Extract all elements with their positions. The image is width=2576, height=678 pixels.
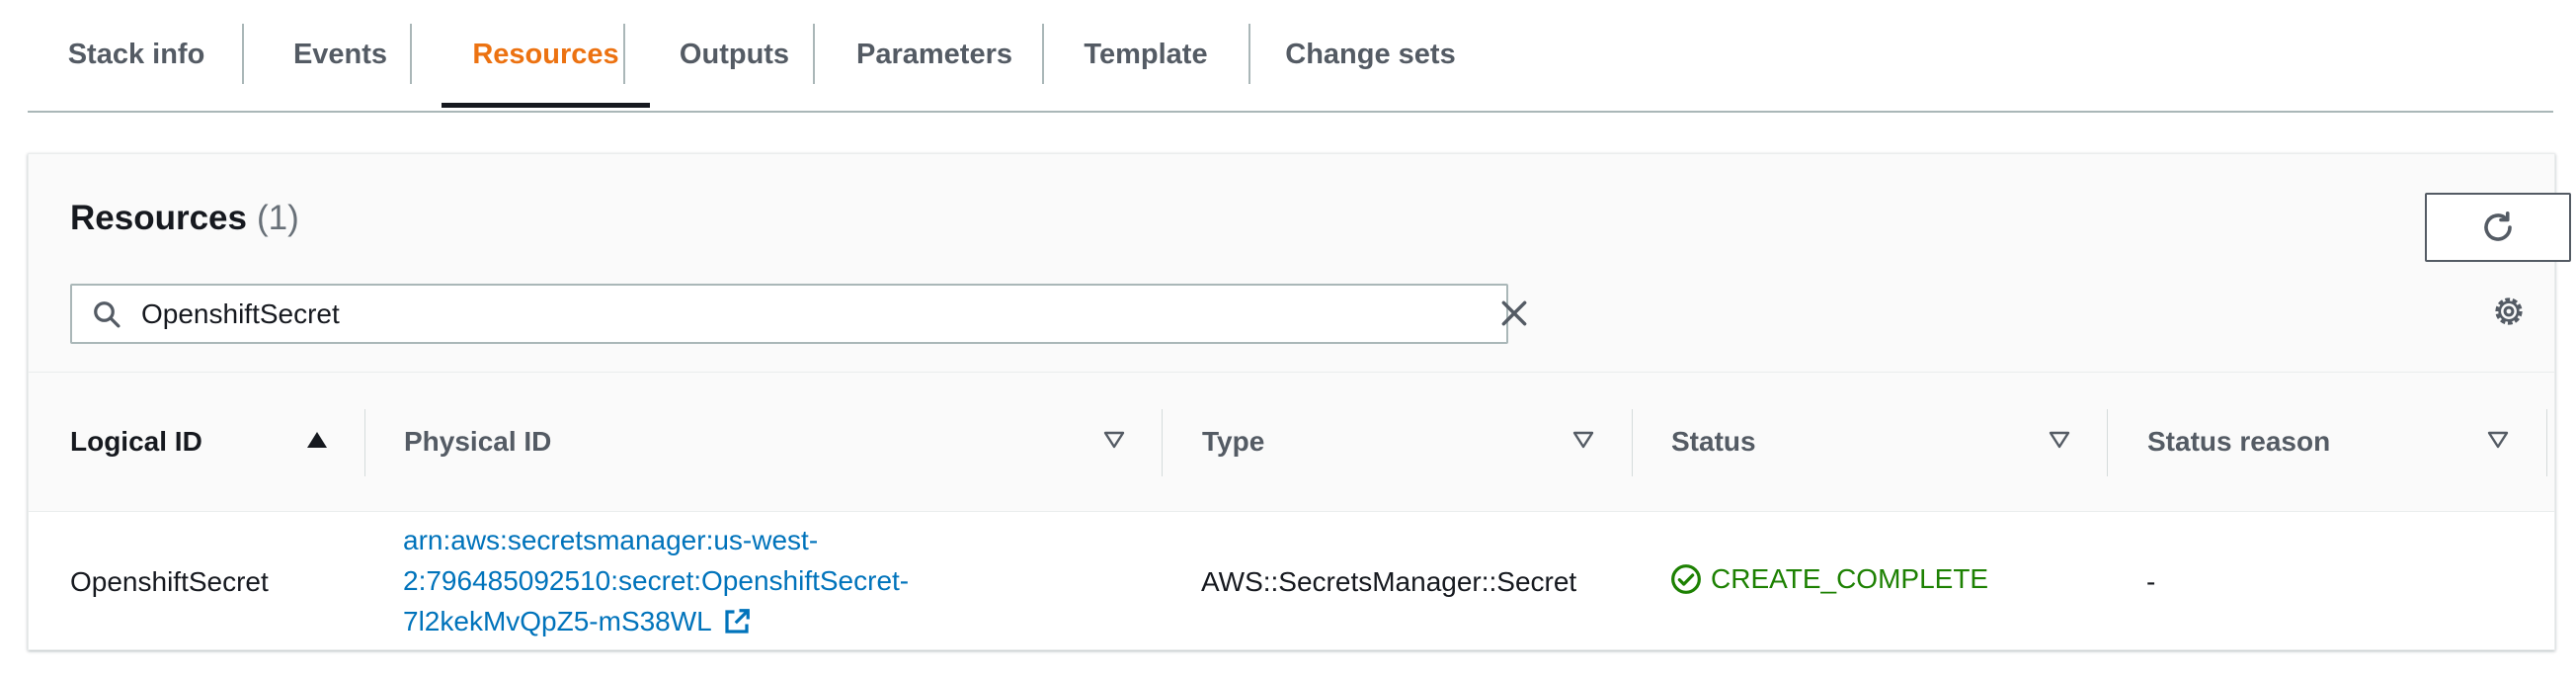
cell-logical-id: OpenshiftSecret bbox=[70, 566, 269, 597]
external-link-icon bbox=[725, 608, 750, 634]
search-box bbox=[70, 284, 1527, 344]
table-row: OpenshiftSecret arn:aws:secretsmanager:u… bbox=[29, 512, 2554, 649]
sort-icon[interactable] bbox=[1102, 430, 1126, 450]
physical-id-line: 2:796485092510:secret:OpenshiftSecret- bbox=[403, 565, 910, 596]
column-header-physical-id[interactable]: Physical ID bbox=[404, 373, 551, 511]
cell-status-reason: - bbox=[2146, 566, 2156, 597]
tab-stack-info[interactable]: Stack info bbox=[28, 0, 245, 109]
close-icon[interactable] bbox=[1498, 297, 1530, 329]
panel-title: Resources (1) bbox=[70, 199, 299, 238]
gear-icon[interactable] bbox=[2491, 294, 2527, 329]
column-divider bbox=[2107, 409, 2108, 476]
table-header: Logical ID Physical ID Type Status Statu… bbox=[29, 373, 2554, 512]
physical-id-line: arn:aws:secretsmanager:us-west- bbox=[403, 525, 819, 555]
sort-icon[interactable] bbox=[2486, 430, 2510, 450]
search-input[interactable] bbox=[141, 286, 1425, 342]
cell-type: AWS::SecretsManager::Secret bbox=[1201, 566, 1577, 597]
tab-parameters[interactable]: Parameters bbox=[815, 0, 1054, 109]
panel-title-text: Resources bbox=[70, 199, 247, 237]
status-badge: CREATE_COMPLETE bbox=[1670, 563, 1988, 595]
sort-icon[interactable] bbox=[1571, 430, 1595, 450]
physical-id-link[interactable]: arn:aws:secretsmanager:us-west- 2:796485… bbox=[403, 520, 1015, 641]
panel-header: Resources (1) bbox=[29, 154, 2571, 373]
success-check-icon bbox=[1671, 564, 1701, 594]
column-header-status[interactable]: Status bbox=[1671, 373, 1756, 511]
tab-template[interactable]: Template bbox=[1043, 0, 1248, 109]
column-divider bbox=[364, 409, 365, 476]
tab-resources[interactable]: Resources bbox=[442, 0, 650, 109]
tab-bar: Stack info Events Resources Outputs Para… bbox=[28, 0, 2553, 113]
active-tab-indicator bbox=[442, 103, 650, 108]
refresh-icon bbox=[2484, 211, 2512, 241]
column-divider bbox=[1162, 409, 1163, 476]
sort-icon[interactable] bbox=[2048, 430, 2071, 450]
refresh-button[interactable] bbox=[2425, 193, 2571, 262]
column-header-status-reason[interactable]: Status reason bbox=[2147, 373, 2330, 511]
physical-id-line: 7l2kekMvQpZ5-mS38WL bbox=[403, 606, 712, 636]
search-icon bbox=[94, 301, 121, 328]
tab-change-sets[interactable]: Change sets bbox=[1250, 0, 1490, 109]
resources-panel: Resources(1) Logical ID bbox=[28, 153, 2571, 650]
column-divider bbox=[1632, 409, 1633, 476]
tab-outputs[interactable]: Outputs bbox=[624, 0, 845, 109]
tab-divider bbox=[410, 24, 412, 84]
sort-ascending-icon[interactable] bbox=[305, 430, 329, 450]
column-divider bbox=[2546, 409, 2547, 476]
status-text: CREATE_COMPLETE bbox=[1711, 563, 1989, 594]
tab-divider bbox=[242, 24, 244, 84]
tab-events[interactable]: Events bbox=[245, 0, 436, 109]
column-header-type[interactable]: Type bbox=[1202, 373, 1264, 511]
resource-count: (1) bbox=[256, 199, 299, 237]
column-header-logical-id[interactable]: Logical ID bbox=[70, 373, 202, 511]
